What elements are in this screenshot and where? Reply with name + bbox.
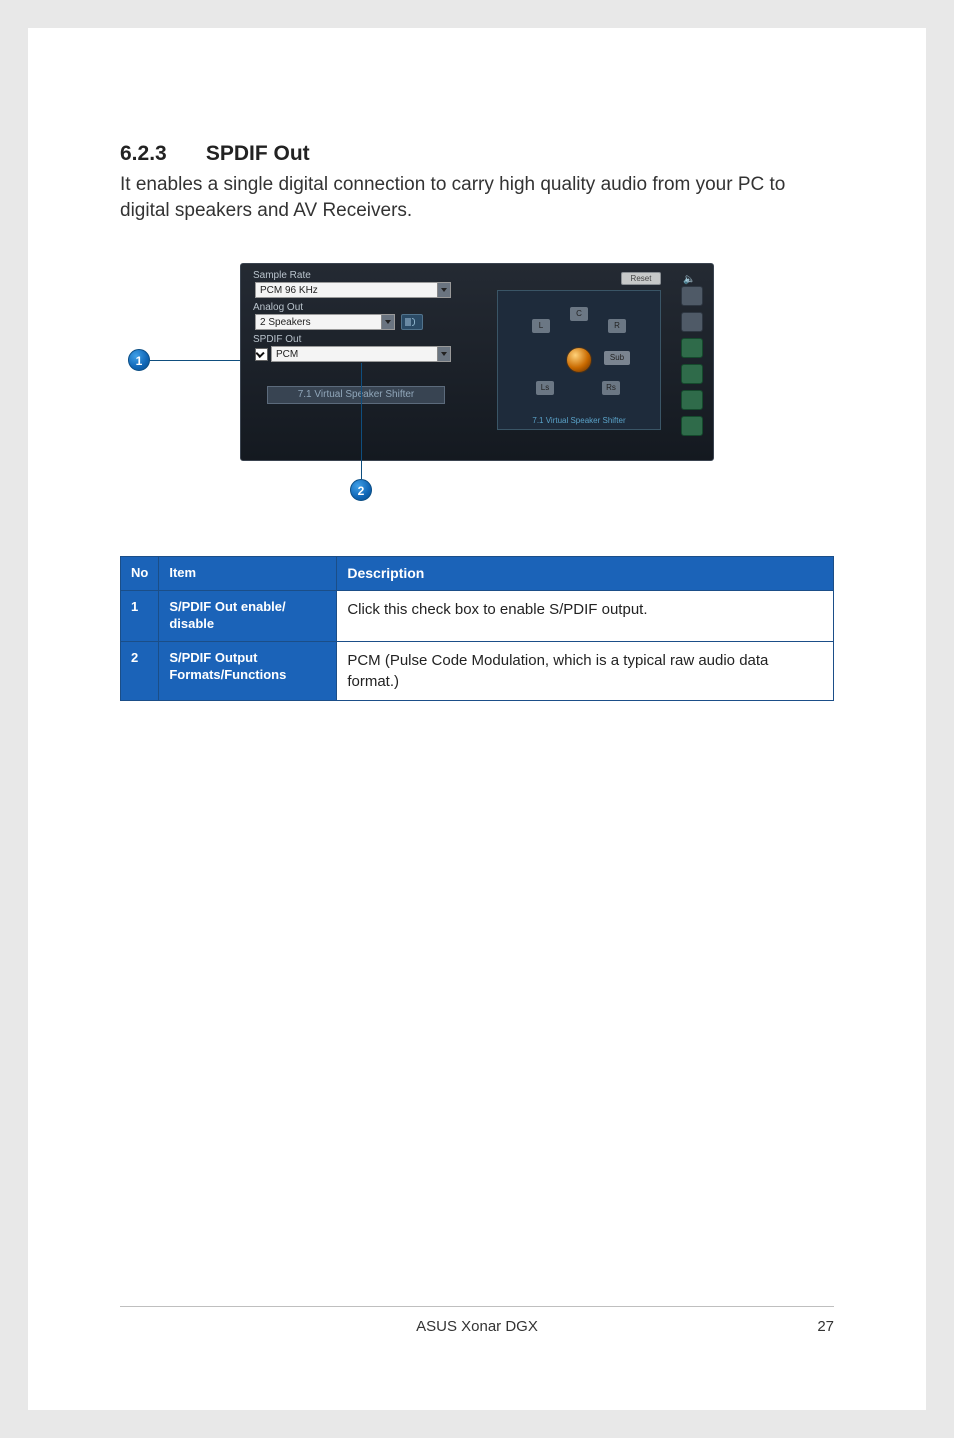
sample-rate-value: PCM 96 KHz [260,285,318,296]
listener-icon[interactable] [566,347,592,373]
sample-rate-select[interactable]: PCM 96 KHz [255,282,451,298]
callout-1: 1 [128,349,150,371]
speaker-c[interactable]: C [570,307,588,321]
analog-out-label: Analog Out [253,302,303,313]
speaker-l[interactable]: L [532,319,550,333]
row1-desc: Click this check box to enable S/PDIF ou… [337,590,834,641]
reset-pos-icon[interactable] [681,390,703,410]
footer-page-number: 27 [817,1318,834,1335]
rotate-right-icon[interactable] [681,364,703,384]
chevron-down-icon [437,283,450,297]
row2-desc: PCM (Pulse Code Modulation, which is a t… [337,641,834,700]
rotate-left-icon[interactable] [681,338,703,358]
speaker-preview: L C R Sub Ls Rs 7.1 Virtual Speaker Shif… [497,290,661,430]
callout-2-lead [361,363,362,479]
speaker-rs[interactable]: Rs [602,381,620,395]
callout-2: 2 [350,479,372,501]
analog-out-select[interactable]: 2 Speakers [255,314,395,330]
row1-no: 1 [121,590,159,641]
volume-icon: 🔈 [683,274,697,284]
page: 6.2.3 SPDIF Out It enables a single digi… [28,28,926,1410]
speaker-icon[interactable] [401,314,423,330]
table-row: 1 S/PDIF Out enable/ disable Click this … [121,590,834,641]
screenshot: 1 Sample Rate PCM 96 KHz Analog Out 2 Sp… [120,263,834,513]
row1-item: S/PDIF Out enable/ disable [159,590,337,641]
description-table: No Item Description 1 S/PDIF Out enable/… [120,556,834,701]
speaker-r[interactable]: R [608,319,626,333]
manual-icon[interactable] [681,416,703,436]
collapse-icon[interactable] [681,312,703,332]
analog-out-value: 2 Speakers [260,317,311,328]
audio-panel: Sample Rate PCM 96 KHz Analog Out 2 Spea… [240,263,714,461]
spdif-format-value: PCM [276,349,298,360]
expand-icon[interactable] [681,286,703,306]
row2-no: 2 [121,641,159,700]
chevron-down-icon [381,315,394,329]
spdif-format-select[interactable]: PCM [271,346,451,362]
header-no: No [121,557,159,591]
side-icons [681,286,703,442]
intro-text: It enables a single digital connection t… [120,172,834,223]
heading-title: SPDIF Out [206,142,310,165]
header-description: Description [337,557,834,591]
section-heading: 6.2.3 SPDIF Out [120,142,834,166]
footer-divider [120,1306,834,1307]
preview-caption: 7.1 Virtual Speaker Shifter [498,416,660,425]
row2-item: S/PDIF Output Formats/Functions [159,641,337,700]
header-item: Item [159,557,337,591]
virtual-speaker-shifter-button[interactable]: 7.1 Virtual Speaker Shifter [267,386,445,404]
reset-button[interactable]: Reset [621,272,661,285]
chevron-down-icon [437,347,450,361]
spdif-out-label: SPDIF Out [253,334,301,345]
heading-number: 6.2.3 [120,142,200,166]
spdif-enable-checkbox[interactable] [255,348,268,361]
footer-title: ASUS Xonar DGX [28,1318,926,1335]
content: 6.2.3 SPDIF Out It enables a single digi… [120,142,834,513]
callout-1-lead [150,360,252,361]
sample-rate-label: Sample Rate [253,270,311,281]
speaker-sub[interactable]: Sub [604,351,630,365]
table-row: 2 S/PDIF Output Formats/Functions PCM (P… [121,641,834,700]
speaker-ls[interactable]: Ls [536,381,554,395]
